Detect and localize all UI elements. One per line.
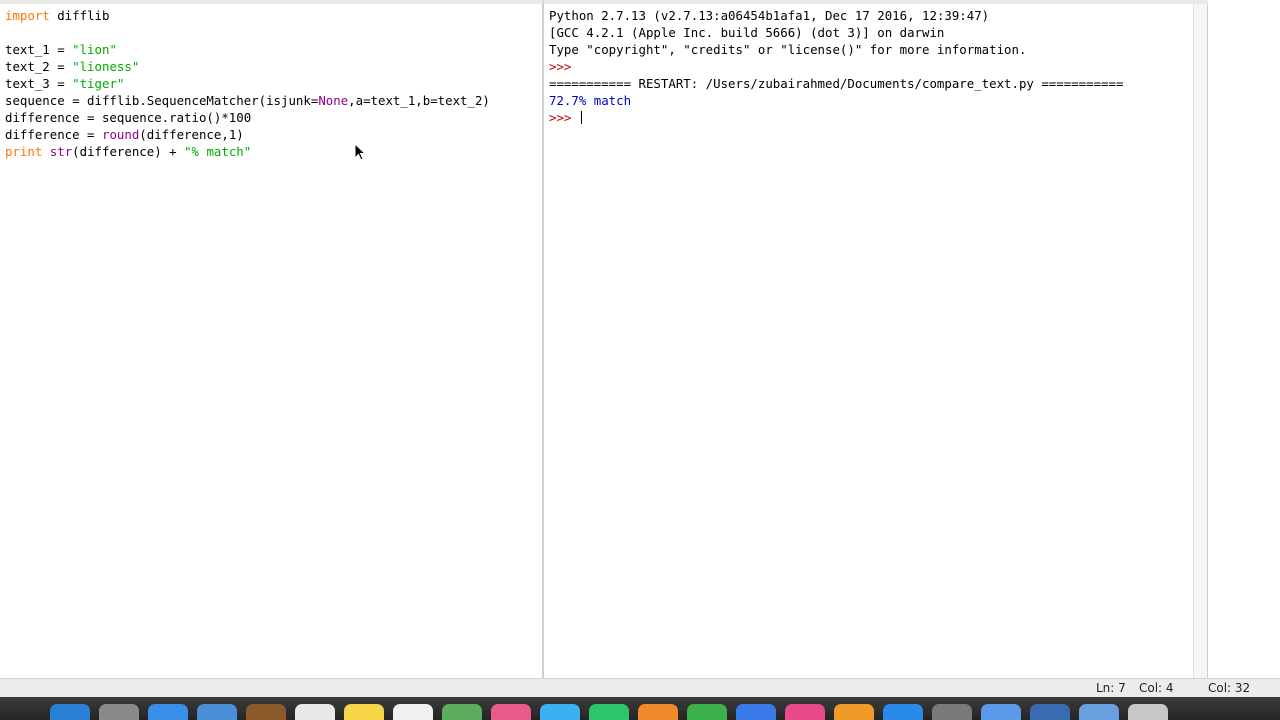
shell-token: Python 2.7.13 (v2.7.13:a06454b1afa1, Dec… <box>549 8 990 23</box>
editor-token: ,a=text_1,b=text_2) <box>348 93 490 108</box>
numbers-icon[interactable] <box>687 704 727 720</box>
editor-token: text_3 = <box>5 76 73 91</box>
python-icon[interactable] <box>1030 704 1070 720</box>
background-column-label: Col: 32 <box>1208 681 1251 695</box>
editor-token: import <box>5 8 50 23</box>
shell-token: =========== RESTART: /Users/zubairahmed/… <box>549 76 1124 91</box>
editor-window[interactable]: import difflib text_1 = "lion" text_2 = "l… <box>0 0 543 678</box>
shell-top-edge <box>544 0 1209 4</box>
shell-line: >>> <box>549 109 1123 126</box>
pages-icon[interactable] <box>638 704 678 720</box>
shell-scrollbar[interactable] <box>1193 4 1207 680</box>
editor-token: text_1 = <box>5 42 73 57</box>
shell-token: >>> <box>549 110 579 125</box>
editor-token: sequence = difflib.SequenceMatcher(isjun… <box>5 93 319 108</box>
calendar-icon[interactable] <box>295 704 335 720</box>
editor-token: str <box>49 144 73 159</box>
photos-icon[interactable] <box>491 704 531 720</box>
editor-token: "% match" <box>184 144 252 159</box>
shell-token: [GCC 4.2.1 (Apple Inc. build 5666) (dot … <box>549 25 945 40</box>
folder-icon[interactable] <box>1079 704 1119 720</box>
editor-token: "lioness" <box>72 59 140 74</box>
shell-status-bar: Ln: 7 Col: 4 <box>543 678 1208 697</box>
shell-token: >>> <box>549 59 579 74</box>
column-number-label: Col: 4 <box>1139 681 1174 695</box>
launchpad-icon[interactable] <box>99 704 139 720</box>
editor-status-bar <box>0 678 543 697</box>
maps-icon[interactable] <box>442 704 482 720</box>
app-store-icon[interactable] <box>883 704 923 720</box>
shell-output[interactable]: Python 2.7.13 (v2.7.13:a06454b1afa1, Dec… <box>549 7 1123 126</box>
editor-top-edge <box>0 0 543 4</box>
editor-token: difflib <box>49 8 110 23</box>
editor-line: sequence = difflib.SequenceMatcher(isjun… <box>5 92 490 109</box>
line-number-label: Ln: 7 <box>1096 681 1126 695</box>
editor-line: print str(difference) + "% match" <box>5 143 490 160</box>
ibooks-icon[interactable] <box>834 704 874 720</box>
editor-line: text_2 = "lioness" <box>5 58 490 75</box>
shell-line: =========== RESTART: /Users/zubairahmed/… <box>549 75 1123 92</box>
shell-line: >>> <box>549 58 1123 75</box>
mouse-pointer-icon <box>354 143 366 161</box>
editor-line: text_1 = "lion" <box>5 41 490 58</box>
editor-token: round <box>101 127 140 142</box>
messages-icon[interactable] <box>540 704 580 720</box>
editor-token: None <box>318 93 349 108</box>
editor-token: difference = <box>5 127 102 142</box>
editor-token: (difference,1) <box>139 127 244 142</box>
reminders-icon[interactable] <box>393 704 433 720</box>
mail-icon[interactable] <box>197 704 237 720</box>
itunes-icon[interactable] <box>785 704 825 720</box>
editor-token: (difference) + <box>72 144 185 159</box>
editor-line: import difflib <box>5 7 490 24</box>
python-shell-window[interactable]: Python 2.7.13 (v2.7.13:a06454b1afa1, Dec… <box>543 0 1209 697</box>
facetime-icon[interactable] <box>589 704 629 720</box>
background-window <box>1208 0 1280 697</box>
code-area[interactable]: import difflib text_1 = "lion" text_2 = "l… <box>5 7 490 160</box>
shell-line: Type "copyright", "credits" or "license(… <box>549 41 1123 58</box>
editor-line: difference = round(difference,1) <box>5 126 490 143</box>
shell-line: 72.7% match <box>549 92 1123 109</box>
editor-token: "tiger" <box>72 76 125 91</box>
trash-icon[interactable] <box>1128 704 1168 720</box>
shell-line: [GCC 4.2.1 (Apple Inc. build 5666) (dot … <box>549 24 1123 41</box>
shell-token: Type "copyright", "credits" or "license(… <box>549 42 1027 57</box>
editor-token: "lion" <box>72 42 117 57</box>
editor-token: text_2 = <box>5 59 73 74</box>
dock <box>0 697 1280 720</box>
text-caret <box>580 111 582 124</box>
preview-icon[interactable] <box>981 704 1021 720</box>
contacts-icon[interactable] <box>246 704 286 720</box>
shell-line: Python 2.7.13 (v2.7.13:a06454b1afa1, Dec… <box>549 7 1123 24</box>
editor-token: print <box>5 144 43 159</box>
dock-icon-row <box>50 704 1168 720</box>
editor-line: text_3 = "tiger" <box>5 75 490 92</box>
finder-icon[interactable] <box>50 704 90 720</box>
keynote-icon[interactable] <box>736 704 776 720</box>
shell-token: 72.7% match <box>549 93 632 108</box>
notes-icon[interactable] <box>344 704 384 720</box>
background-status-bar: Col: 32 <box>1208 678 1280 697</box>
system-preferences-icon[interactable] <box>932 704 972 720</box>
editor-token: difference = sequence.ratio()*100 <box>5 110 252 125</box>
editor-line: difference = sequence.ratio()*100 <box>5 109 490 126</box>
safari-icon[interactable] <box>148 704 188 720</box>
editor-token <box>42 144 49 159</box>
